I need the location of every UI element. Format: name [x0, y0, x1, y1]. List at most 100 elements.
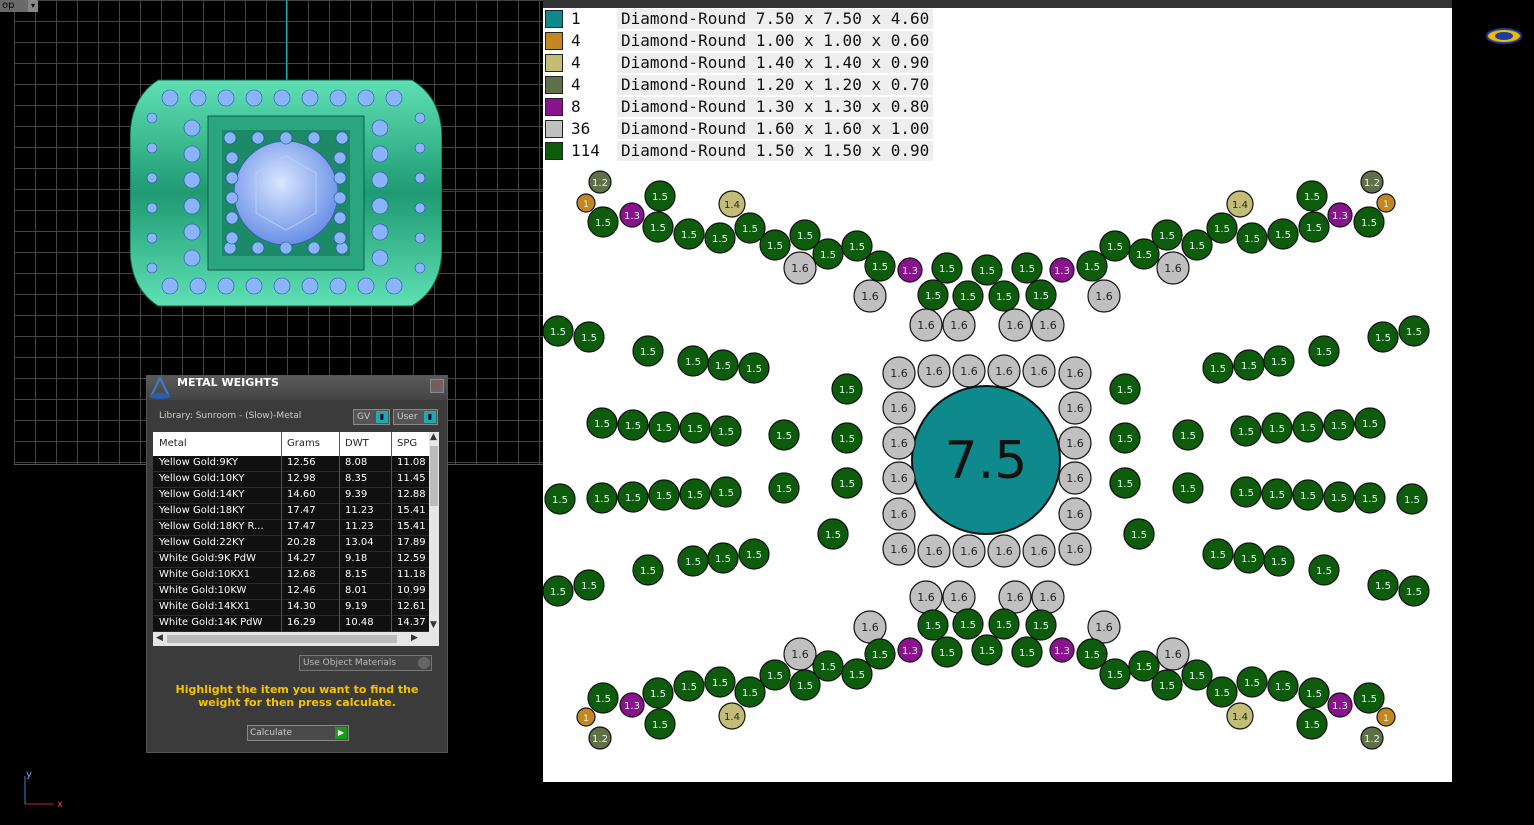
- stone-s13[interactable]: 1.3: [1327, 692, 1353, 718]
- stone-s15[interactable]: 1.5: [759, 229, 791, 261]
- stone-s15[interactable]: 1.5: [971, 254, 1003, 286]
- stone-s16[interactable]: 1.6: [783, 251, 817, 285]
- table-row[interactable]: Yellow Gold:9KY 12.56 8.08 11.08: [153, 456, 431, 472]
- table-row[interactable]: White Gold:10KW 12.46 8.01 10.99: [153, 584, 431, 600]
- stone-s15[interactable]: 1.5: [573, 321, 605, 353]
- stone-s15[interactable]: 1.5: [1353, 206, 1385, 238]
- stone-s16[interactable]: 1.6: [882, 391, 916, 425]
- stone-s16[interactable]: 1.6: [1022, 534, 1056, 568]
- stone-s16[interactable]: 1.6: [882, 497, 916, 531]
- stone-s15[interactable]: 1.5: [1206, 676, 1238, 708]
- stone-s13[interactable]: 1.3: [1049, 637, 1075, 663]
- stone-s15[interactable]: 1.5: [632, 335, 664, 367]
- stone-s15[interactable]: 1.5: [1308, 554, 1340, 586]
- stone-s15[interactable]: 1.5: [831, 422, 863, 454]
- stone-s15[interactable]: 1.5: [768, 472, 800, 504]
- stone-s15[interactable]: 1.5: [1128, 650, 1160, 682]
- table-row[interactable]: Yellow Gold:18KY R... 17.47 11.23 15.41: [153, 520, 431, 536]
- stone-s16[interactable]: 1.6: [882, 461, 916, 495]
- stone-s16[interactable]: 1.6: [1156, 637, 1190, 671]
- stone-s15[interactable]: 1.5: [952, 608, 984, 640]
- stone-s15[interactable]: 1.5: [1308, 335, 1340, 367]
- stone-s14[interactable]: 1.4: [718, 702, 746, 730]
- stone-s12[interactable]: 1.2: [1360, 170, 1384, 194]
- stone-s15[interactable]: 1.5: [952, 280, 984, 312]
- stone-s15[interactable]: 1.5: [1123, 518, 1155, 550]
- stone-s15[interactable]: 1.5: [648, 479, 680, 511]
- stone-s16[interactable]: 1.6: [1156, 251, 1190, 285]
- stone-s10[interactable]: 1: [576, 707, 596, 727]
- stone-s15[interactable]: 1.5: [1076, 250, 1108, 282]
- scroll-thumb[interactable]: [430, 446, 438, 506]
- stone-s15[interactable]: 1.5: [1267, 670, 1299, 702]
- stone-s16[interactable]: 1.6: [1058, 426, 1092, 460]
- stone-s15[interactable]: 1.5: [864, 250, 896, 282]
- stone-s15[interactable]: 1.5: [841, 658, 873, 690]
- stone-s15[interactable]: 1.5: [1233, 542, 1265, 574]
- stone-s13[interactable]: 1.3: [1049, 257, 1075, 283]
- stone-s16[interactable]: 1.6: [952, 534, 986, 568]
- stone-s13[interactable]: 1.3: [619, 692, 645, 718]
- stone-s15[interactable]: 1.5: [917, 279, 949, 311]
- stone-s10[interactable]: 1: [1376, 707, 1396, 727]
- stone-s16[interactable]: 1.6: [998, 580, 1032, 614]
- stone-s16[interactable]: 1.6: [1031, 580, 1065, 614]
- stone-s15[interactable]: 1.5: [734, 676, 766, 708]
- stone-s16[interactable]: 1.6: [1058, 532, 1092, 566]
- stone-s15[interactable]: 1.5: [1109, 373, 1141, 405]
- stone-s15[interactable]: 1.5: [1236, 666, 1268, 698]
- stone-s16[interactable]: 1.6: [987, 534, 1021, 568]
- radio-icon[interactable]: [418, 657, 430, 669]
- stone-s15[interactable]: 1.5: [573, 569, 605, 601]
- stone-s15[interactable]: 1.5: [1172, 472, 1204, 504]
- table-row[interactable]: White Gold:14K PdW 16.29 10.48 14.37: [153, 616, 431, 632]
- stone-s16[interactable]: 1.6: [909, 580, 943, 614]
- stone-s16[interactable]: 1.6: [783, 637, 817, 671]
- stone-s15[interactable]: 1.5: [648, 411, 680, 443]
- stone-s15[interactable]: 1.5: [1398, 575, 1430, 607]
- stone-s15[interactable]: 1.5: [617, 481, 649, 513]
- scroll-up-icon[interactable]: ▲: [430, 432, 437, 442]
- stone-s15[interactable]: 1.5: [587, 682, 619, 714]
- stone-s16[interactable]: 1.6: [1058, 497, 1092, 531]
- stone-s16[interactable]: 1.6: [998, 308, 1032, 342]
- stone-s16[interactable]: 1.6: [853, 279, 887, 313]
- stone-s15[interactable]: 1.5: [642, 211, 674, 243]
- stone-s15[interactable]: 1.5: [1109, 467, 1141, 499]
- stone-s15[interactable]: 1.5: [1396, 483, 1428, 515]
- stone-s15[interactable]: 1.5: [831, 373, 863, 405]
- stone-s15[interactable]: 1.5: [543, 315, 574, 347]
- stone-s15[interactable]: 1.5: [617, 409, 649, 441]
- col-dwt[interactable]: DWT: [345, 438, 369, 449]
- stone-s16[interactable]: 1.6: [987, 354, 1021, 388]
- stone-s15[interactable]: 1.5: [1172, 419, 1204, 451]
- stone-s14[interactable]: 1.4: [718, 190, 746, 218]
- table-row[interactable]: Yellow Gold:18KY 17.47 11.23 15.41: [153, 504, 431, 520]
- stone-s15[interactable]: 1.5: [738, 538, 770, 570]
- stone-s15[interactable]: 1.5: [586, 407, 618, 439]
- stone-s14[interactable]: 1.4: [1226, 702, 1254, 730]
- stone-s15[interactable]: 1.5: [677, 545, 709, 577]
- ring-model[interactable]: [130, 78, 442, 308]
- stone-s13[interactable]: 1.3: [897, 257, 923, 283]
- stone-s15[interactable]: 1.5: [1025, 609, 1057, 641]
- stone-s15[interactable]: 1.5: [1206, 212, 1238, 244]
- stone-s15[interactable]: 1.5: [1202, 538, 1234, 570]
- stone-s15[interactable]: 1.5: [1296, 180, 1328, 212]
- stone-s15[interactable]: 1.5: [812, 238, 844, 270]
- stone-s15[interactable]: 1.5: [1099, 230, 1131, 262]
- stone-s16[interactable]: 1.6: [1022, 354, 1056, 388]
- stone-s15[interactable]: 1.5: [632, 554, 664, 586]
- stone-s15[interactable]: 1.5: [1267, 218, 1299, 250]
- close-icon[interactable]: ✕: [430, 379, 444, 393]
- stone-s12[interactable]: 1.2: [1360, 726, 1384, 750]
- stone-s15[interactable]: 1.5: [1236, 222, 1268, 254]
- stone-s15[interactable]: 1.5: [707, 349, 739, 381]
- stone-s14[interactable]: 1.4: [1226, 190, 1254, 218]
- stone-s15[interactable]: 1.5: [1076, 638, 1108, 670]
- stone-s15[interactable]: 1.5: [707, 542, 739, 574]
- table-row[interactable]: White Gold:14KX1 14.30 9.19 12.61: [153, 600, 431, 616]
- stone-s15[interactable]: 1.5: [1296, 708, 1328, 740]
- table-row[interactable]: Yellow Gold:10KY 12.98 8.35 11.45: [153, 472, 431, 488]
- stone-s15[interactable]: 1.5: [988, 608, 1020, 640]
